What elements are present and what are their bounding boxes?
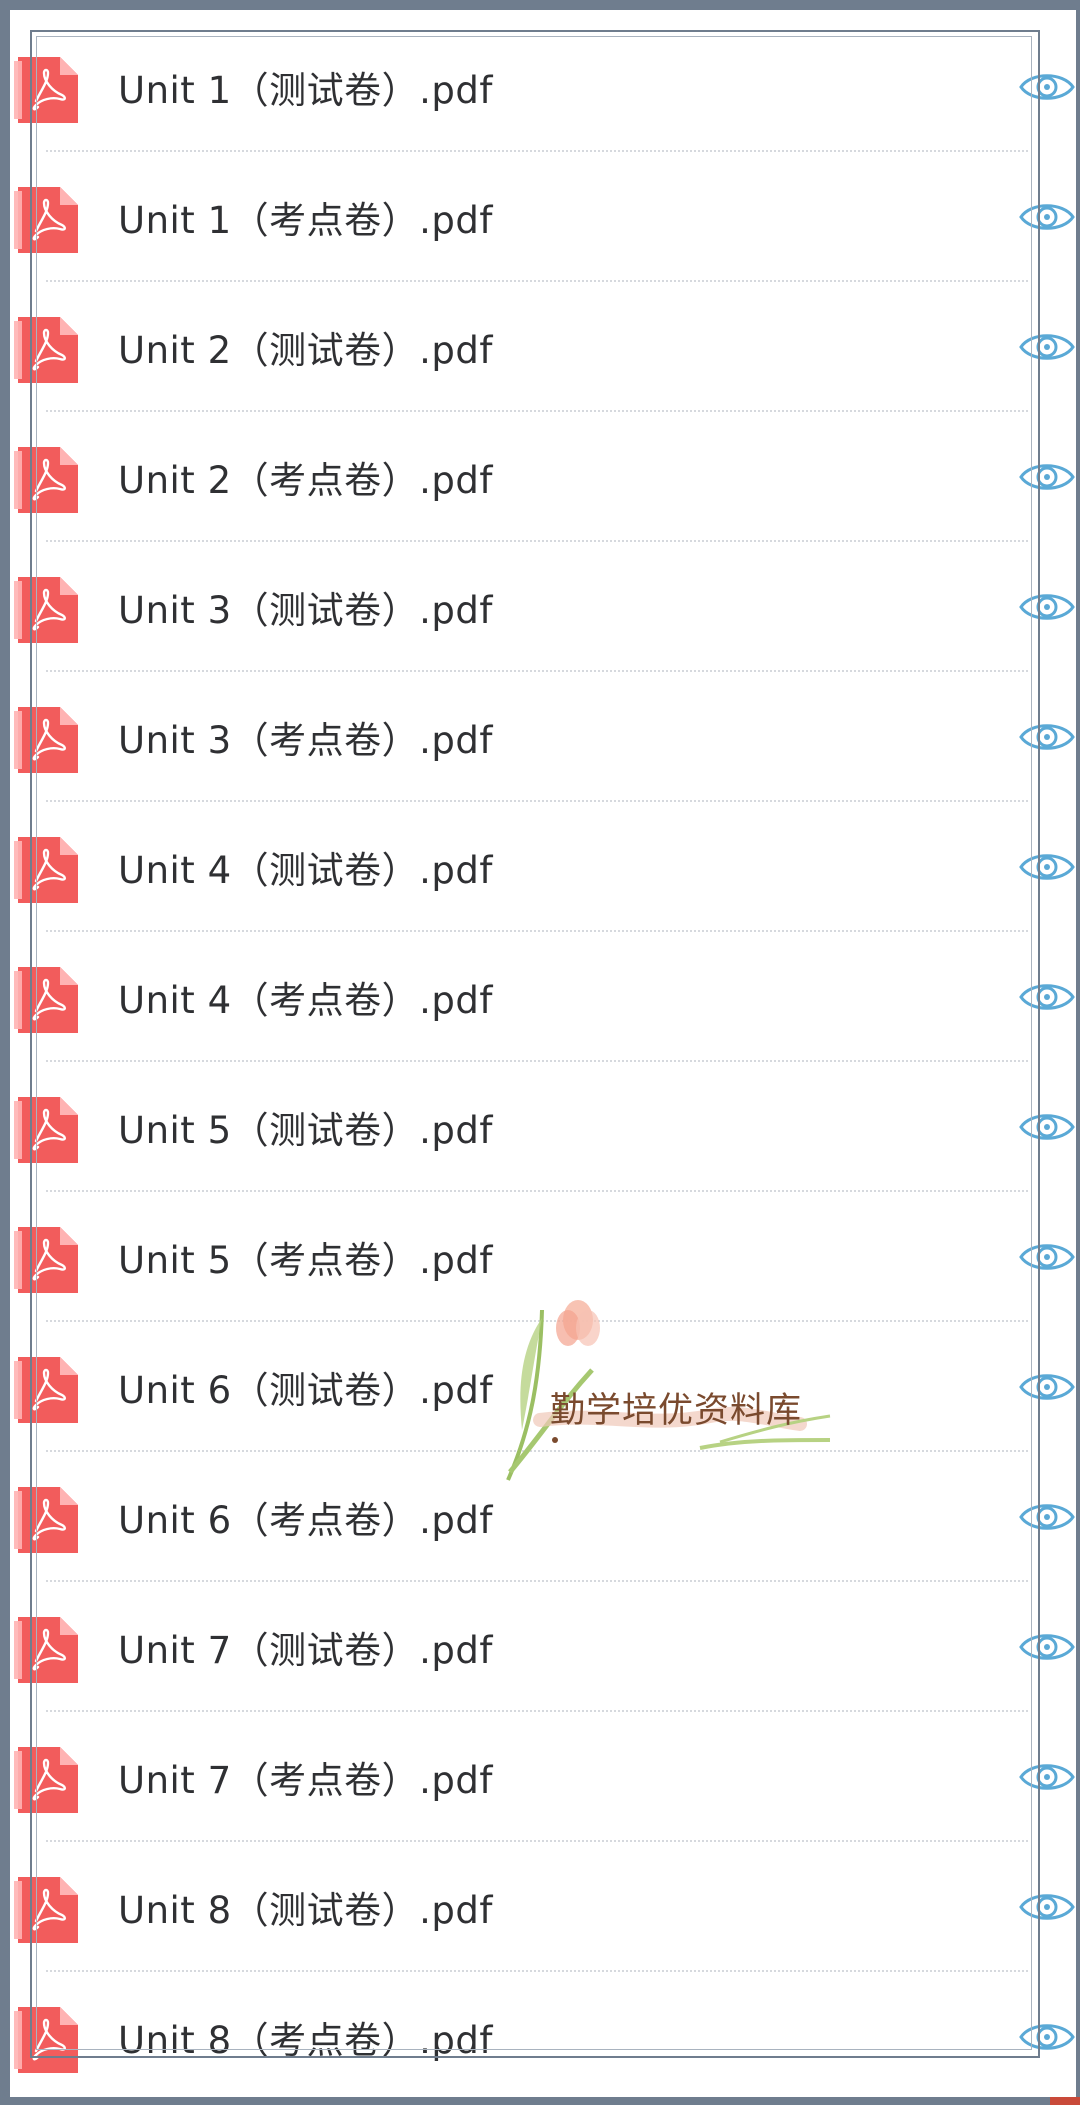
pdf-file-icon <box>14 1225 80 1295</box>
pdf-file-icon <box>14 315 80 385</box>
eye-preview-icon[interactable] <box>1018 454 1076 500</box>
eye-preview-icon[interactable] <box>1018 714 1076 760</box>
eye-preview-icon[interactable] <box>1018 1364 1076 1410</box>
file-row[interactable]: Unit 4（测试卷）.pdf <box>0 802 1080 932</box>
file-row[interactable]: Unit 4（考点卷）.pdf <box>0 932 1080 1062</box>
file-name[interactable]: Unit 2（考点卷）.pdf <box>118 412 493 542</box>
pdf-file-icon <box>14 835 80 905</box>
file-name[interactable]: Unit 5（测试卷）.pdf <box>118 1062 493 1192</box>
eye-preview-icon[interactable] <box>1018 1754 1076 1800</box>
file-row[interactable]: Unit 8（测试卷）.pdf <box>0 1842 1080 1972</box>
file-row[interactable]: Unit 2（考点卷）.pdf <box>0 412 1080 542</box>
pdf-file-icon <box>14 1485 80 1555</box>
file-name[interactable]: Unit 6（测试卷）.pdf <box>118 1322 493 1452</box>
eye-preview-icon[interactable] <box>1018 1234 1076 1280</box>
file-row[interactable]: Unit 1（测试卷）.pdf <box>0 22 1080 152</box>
file-row[interactable]: Unit 5（考点卷）.pdf <box>0 1192 1080 1322</box>
pdf-file-icon <box>14 1875 80 1945</box>
pdf-file-icon <box>14 705 80 775</box>
file-name[interactable]: Unit 8（测试卷）.pdf <box>118 1842 493 1972</box>
pdf-file-icon <box>14 185 80 255</box>
file-row[interactable]: Unit 1（考点卷）.pdf <box>0 152 1080 282</box>
eye-preview-icon[interactable] <box>1018 64 1076 110</box>
file-row[interactable]: Unit 3（考点卷）.pdf <box>0 672 1080 802</box>
file-row[interactable]: Unit 8（考点卷）.pdf <box>0 1972 1080 2102</box>
pdf-file-icon <box>14 1615 80 1685</box>
file-name[interactable]: Unit 3（考点卷）.pdf <box>118 672 493 802</box>
pdf-file-icon <box>14 965 80 1035</box>
eye-preview-icon[interactable] <box>1018 1624 1076 1670</box>
pdf-file-icon <box>14 445 80 515</box>
file-row[interactable]: Unit 7（测试卷）.pdf <box>0 1582 1080 1712</box>
file-name[interactable]: Unit 2（测试卷）.pdf <box>118 282 493 412</box>
pdf-file-icon <box>14 1095 80 1165</box>
eye-preview-icon[interactable] <box>1018 194 1076 240</box>
file-name[interactable]: Unit 8（考点卷）.pdf <box>118 1972 493 2102</box>
file-row[interactable]: Unit 5（测试卷）.pdf <box>0 1062 1080 1192</box>
pdf-file-icon <box>14 1745 80 1815</box>
eye-preview-icon[interactable] <box>1018 584 1076 630</box>
file-name[interactable]: Unit 3（测试卷）.pdf <box>118 542 493 672</box>
pdf-file-icon <box>14 55 80 125</box>
file-list: Unit 1（测试卷）.pdf Unit 1（考点卷）.pdf Unit 2（测… <box>0 22 1080 2102</box>
eye-preview-icon[interactable] <box>1018 2014 1076 2060</box>
eye-preview-icon[interactable] <box>1018 1884 1076 1930</box>
eye-preview-icon[interactable] <box>1018 1494 1076 1540</box>
pdf-file-icon <box>14 2005 80 2075</box>
file-name[interactable]: Unit 5（考点卷）.pdf <box>118 1192 493 1322</box>
file-row[interactable]: Unit 6（测试卷）.pdf <box>0 1322 1080 1452</box>
file-row[interactable]: Unit 3（测试卷）.pdf <box>0 542 1080 672</box>
file-row[interactable]: Unit 6（考点卷）.pdf <box>0 1452 1080 1582</box>
file-name[interactable]: Unit 1（考点卷）.pdf <box>118 152 493 282</box>
file-row[interactable]: Unit 7（考点卷）.pdf <box>0 1712 1080 1842</box>
pdf-file-icon <box>14 575 80 645</box>
eye-preview-icon[interactable] <box>1018 324 1076 370</box>
eye-preview-icon[interactable] <box>1018 1104 1076 1150</box>
file-row[interactable]: Unit 2（测试卷）.pdf <box>0 282 1080 412</box>
pdf-file-icon <box>14 1355 80 1425</box>
file-name[interactable]: Unit 6（考点卷）.pdf <box>118 1452 493 1582</box>
file-name[interactable]: Unit 7（考点卷）.pdf <box>118 1712 493 1842</box>
file-name[interactable]: Unit 4（测试卷）.pdf <box>118 802 493 932</box>
file-name[interactable]: Unit 7（测试卷）.pdf <box>118 1582 493 1712</box>
scroll-indicator <box>1050 2097 1080 2105</box>
file-name[interactable]: Unit 4（考点卷）.pdf <box>118 932 493 1062</box>
eye-preview-icon[interactable] <box>1018 844 1076 890</box>
eye-preview-icon[interactable] <box>1018 974 1076 1020</box>
file-name[interactable]: Unit 1（测试卷）.pdf <box>118 22 493 152</box>
